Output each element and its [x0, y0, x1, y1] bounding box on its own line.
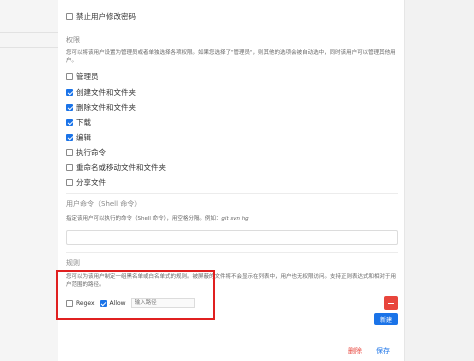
permission-execute[interactable]: 执行命令: [66, 146, 106, 158]
commands-input[interactable]: [66, 230, 398, 245]
delete-user-button[interactable]: 删除: [348, 346, 362, 356]
permission-create-checkbox[interactable]: [66, 88, 73, 96]
permission-download[interactable]: 下载: [66, 116, 91, 128]
permission-label: 管理员: [76, 71, 99, 81]
left-panel-divider: [0, 32, 58, 33]
commands-description: 指定该用户可以执行的命令（Shell 命令），用空格分隔。例如：git svn …: [66, 215, 400, 223]
permissions-title: 权限: [66, 36, 80, 44]
permission-label: 分享文件: [76, 177, 106, 187]
left-panel-divider: [0, 47, 58, 48]
prevent-password-change-label: 禁止用户修改密码: [76, 11, 136, 21]
right-panel: [405, 0, 474, 361]
permission-edit-checkbox[interactable]: [66, 133, 73, 141]
permission-label: 执行命令: [76, 147, 106, 157]
remove-rule-button[interactable]: [384, 296, 398, 310]
highlight-box: [56, 270, 215, 320]
permission-download-checkbox[interactable]: [66, 118, 73, 126]
permission-edit[interactable]: 编辑: [66, 131, 91, 143]
permission-share-checkbox[interactable]: [66, 178, 73, 186]
prevent-password-change-checkbox[interactable]: [66, 12, 73, 20]
commands-description-text: 指定该用户可以执行的命令（Shell 命令），用空格分隔。例如：: [66, 216, 222, 222]
permission-admin-checkbox[interactable]: [66, 72, 73, 80]
permission-create[interactable]: 创建文件和文件夹: [66, 86, 136, 98]
permissions-description: 您可以将该用户设置为管理员或者单独选择各项权限。如果您选择了"管理员"，则其他的…: [66, 50, 396, 64]
commands-title: 用户命令（Shell 命令）: [66, 200, 142, 208]
new-rule-button[interactable]: 新建: [374, 313, 398, 325]
permission-label: 编辑: [76, 132, 91, 142]
permission-label: 创建文件和文件夹: [76, 87, 136, 97]
permission-admin[interactable]: 管理员: [66, 70, 99, 82]
save-button[interactable]: 保存: [376, 346, 390, 356]
permission-delete-checkbox[interactable]: [66, 103, 73, 111]
section-divider: [66, 252, 398, 253]
permission-share[interactable]: 分享文件: [66, 176, 106, 188]
permission-rename[interactable]: 重命名或移动文件和文件夹: [66, 161, 166, 173]
rules-title: 规则: [66, 259, 80, 267]
commands-example: git svn hg: [221, 216, 249, 222]
prevent-password-change-option[interactable]: 禁止用户修改密码: [66, 10, 136, 22]
permission-rename-checkbox[interactable]: [66, 163, 73, 171]
permission-label: 删除文件和文件夹: [76, 102, 136, 112]
permission-label: 下载: [76, 117, 91, 127]
permission-execute-checkbox[interactable]: [66, 148, 73, 156]
permission-label: 重命名或移动文件和文件夹: [76, 162, 166, 172]
left-panel: [0, 0, 59, 361]
permission-delete[interactable]: 删除文件和文件夹: [66, 101, 136, 113]
section-divider: [66, 193, 398, 194]
